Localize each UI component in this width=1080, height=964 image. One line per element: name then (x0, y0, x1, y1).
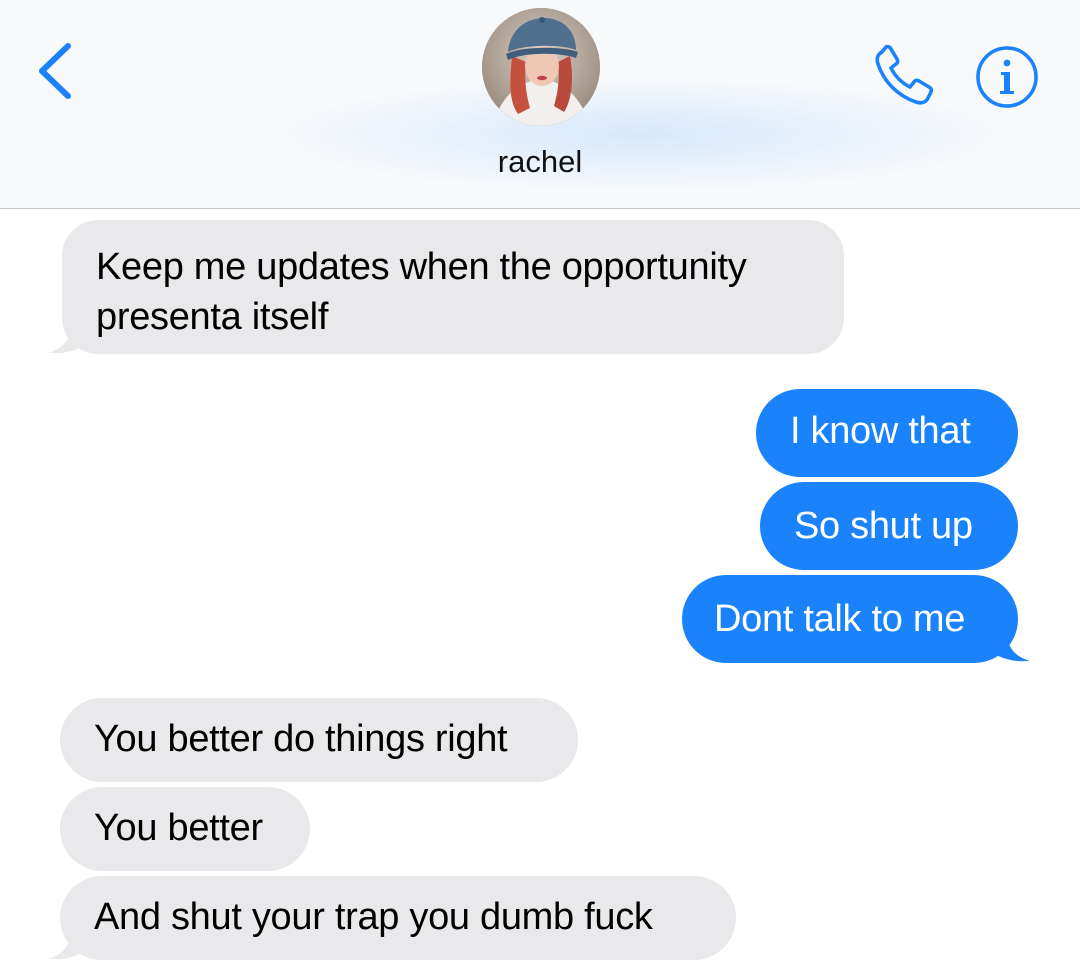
header-divider (0, 208, 1080, 209)
message-text: You better (94, 807, 263, 849)
outgoing-bubble-tail (994, 626, 1030, 662)
message-text-line: Keep me updates when the opportunity (96, 246, 747, 288)
incoming-bubble-tail (48, 318, 84, 354)
message-text-line: presenta itself (96, 296, 329, 338)
contact-name[interactable]: rachel (440, 144, 640, 180)
info-icon (976, 46, 1038, 108)
incoming-message-bubble[interactable]: And shut your trap you dumb fuck (60, 876, 736, 960)
info-button[interactable] (974, 44, 1040, 110)
message-text: And shut your trap you dumb fuck (94, 896, 653, 938)
outgoing-message-bubble[interactable]: So shut up (760, 482, 1018, 570)
chevron-left-icon (39, 43, 71, 99)
call-button[interactable] (868, 40, 942, 110)
back-button[interactable] (28, 36, 84, 106)
contact-photo (482, 8, 600, 126)
outgoing-message-bubble[interactable]: Dont talk to me (682, 575, 1018, 663)
message-text: So shut up (794, 505, 973, 547)
message-text: You better do things right (94, 718, 508, 760)
message-text: Dont talk to me (714, 598, 966, 640)
conversation-screen: rachel Keep me updates when the opportun… (0, 0, 1080, 964)
incoming-message-bubble[interactable]: You better (60, 787, 310, 871)
message-text: I know that (790, 410, 971, 452)
incoming-message-bubble[interactable]: Keep me updates when the opportunity pre… (62, 220, 844, 354)
incoming-message-bubble[interactable]: You better do things right (60, 698, 578, 782)
contact-avatar[interactable] (482, 8, 600, 126)
phone-icon (875, 44, 934, 105)
incoming-bubble-tail (48, 924, 84, 960)
outgoing-message-bubble[interactable]: I know that (756, 389, 1018, 477)
conversation-header: rachel (0, 0, 1080, 208)
